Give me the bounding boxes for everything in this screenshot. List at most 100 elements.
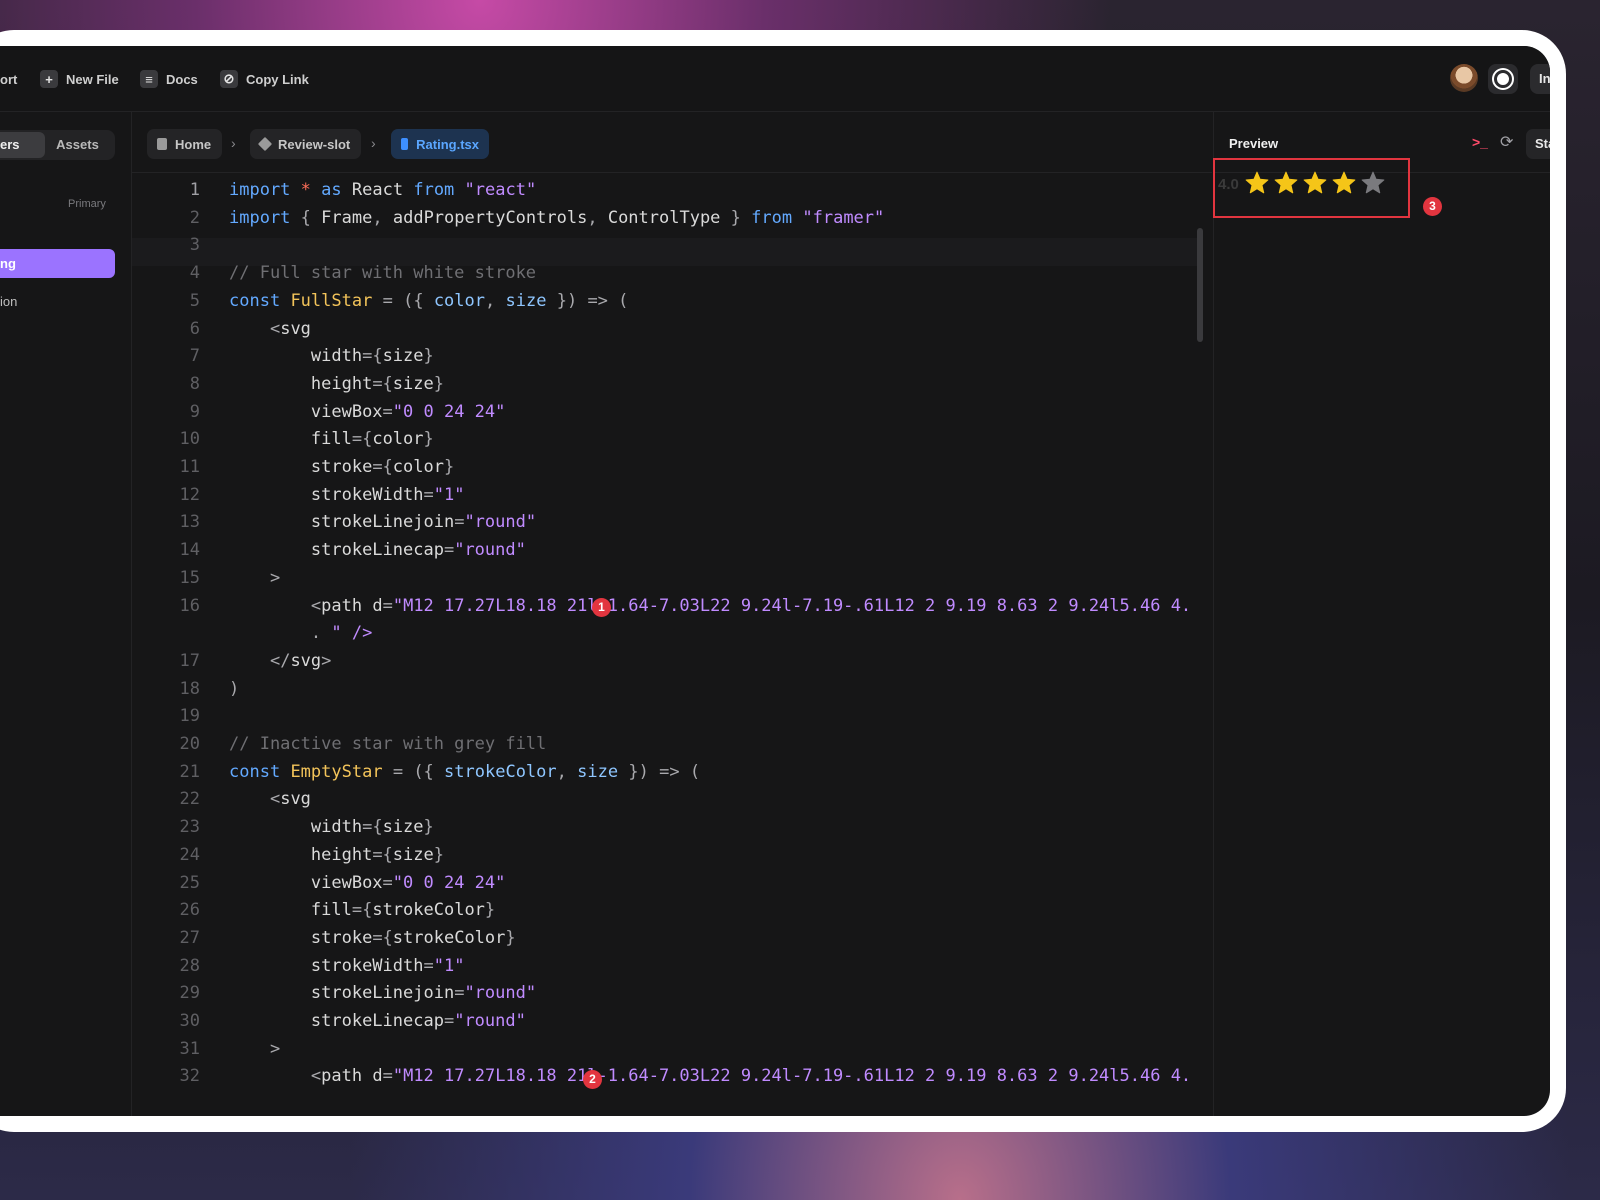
code-line: 28 strokeWidth="1" <box>132 953 1197 980</box>
code-text: . " /> <box>310 623 373 644</box>
star-empty-icon[interactable] <box>1360 170 1386 196</box>
preview-title: Preview <box>1229 136 1279 151</box>
breadcrumb-rating-file[interactable]: Rating.tsx <box>391 129 489 159</box>
code-text: ) <box>229 678 240 699</box>
docs-button[interactable]: ≡ Docs <box>140 68 198 90</box>
line-number: 4 <box>189 263 200 284</box>
code-line: 25 viewBox="0 0 24 24" <box>132 870 1197 897</box>
code-text: strokeWidth="1" <box>310 484 465 505</box>
line-number: 12 <box>179 484 200 505</box>
star-filled-icon[interactable] <box>1273 170 1299 196</box>
breadcrumb-home[interactable]: Home <box>147 129 222 159</box>
code-line: 22 <svg <box>132 786 1197 813</box>
code-line: 15 > <box>132 565 1197 592</box>
record-icon <box>1494 70 1512 88</box>
code-text: viewBox="0 0 24 24" <box>310 872 506 893</box>
code-line: 5 const FullStar = ({ color, size }) => ( <box>132 288 1197 315</box>
new-file-button[interactable]: + New File <box>40 68 119 90</box>
sidebar-item[interactable]: ion <box>0 294 17 309</box>
tab-assets[interactable]: Assets <box>45 132 110 158</box>
line-number: 13 <box>179 512 200 533</box>
terminal-icon[interactable]: >_ <box>1472 134 1488 150</box>
sidebar-item-active[interactable]: ng <box>0 249 115 278</box>
code-text: viewBox="0 0 24 24" <box>310 401 506 422</box>
code-line: 18) <box>132 676 1197 703</box>
code-line: 16 <path d="M12 17.27L18.18 21l-1.64-7.0… <box>132 593 1197 620</box>
docs-label: Docs <box>166 71 198 87</box>
code-line: 7 width={size} <box>132 343 1197 370</box>
annotation-badge-2: 2 <box>583 1070 602 1089</box>
line-number: 22 <box>179 789 200 810</box>
breadcrumb-home-label: Home <box>175 136 212 152</box>
line-number: 28 <box>179 955 200 976</box>
code-line: 20 // Inactive star with grey fill <box>132 731 1197 758</box>
breadcrumb-rating-file-label: Rating.tsx <box>416 136 479 152</box>
code-text: stroke={color} <box>310 457 455 477</box>
code-line: 8 height={size} <box>132 371 1197 398</box>
code-line: 13 strokeLinejoin="round" <box>132 509 1197 536</box>
line-number: 29 <box>179 983 200 1004</box>
code-text: stroke={strokeColor} <box>310 927 516 948</box>
line-number: 21 <box>179 761 200 782</box>
code-text: strokeWidth="1" <box>310 955 465 976</box>
editor-scrollbar[interactable] <box>1197 228 1203 342</box>
code-editor[interactable]: 1 import * as React from "react" 2 import {… <box>132 173 1212 1116</box>
code-line: 27 stroke={strokeColor} <box>132 925 1197 952</box>
start-button[interactable]: Sta <box>1526 129 1550 159</box>
line-number: 11 <box>179 457 200 477</box>
code-text: width={size} <box>310 817 434 838</box>
line-number: 8 <box>189 373 200 394</box>
code-text: > <box>269 567 281 588</box>
code-text: strokeLinejoin="round" <box>310 983 537 1004</box>
code-text: > <box>269 1038 281 1059</box>
rating-value: 4.0 <box>1218 176 1239 193</box>
plus-icon: + <box>40 70 58 88</box>
line-number: 16 <box>179 595 200 616</box>
line-number: 2 <box>189 207 200 228</box>
code-text: const EmptyStar = ({ strokeColor, size }… <box>229 761 701 782</box>
code-line: 4 // Full star with white stroke <box>132 260 1197 287</box>
code-line: . " /> <box>132 620 1197 647</box>
code-line: 23 width={size} <box>132 814 1197 841</box>
code-text: import { Frame, addPropertyControls, Con… <box>229 207 885 228</box>
user-avatar[interactable] <box>1450 64 1478 92</box>
code-text: import * as React from "react" <box>229 180 537 200</box>
code-text: fill={color} <box>310 429 434 450</box>
line-number: 18 <box>179 678 200 699</box>
top-toolbar: ort + New File ≡ Docs ⊘ Copy Link In <box>0 46 1550 112</box>
star-filled-icon[interactable] <box>1302 170 1328 196</box>
reload-icon[interactable]: ⟳ <box>1500 132 1513 152</box>
breadcrumb-review-slot-label: Review-slot <box>278 136 351 152</box>
import-button[interactable]: ort <box>0 68 17 90</box>
settings-button[interactable] <box>1488 64 1518 94</box>
code-line: 26 fill={strokeColor} <box>132 897 1197 924</box>
tab-layers[interactable]: ers <box>0 132 45 158</box>
code-line: 31 > <box>132 1036 1197 1063</box>
code-line: 1 import * as React from "react" <box>132 177 1197 204</box>
line-number: 14 <box>179 540 200 561</box>
star-filled-icon[interactable] <box>1331 170 1357 196</box>
code-line: 24 height={size} <box>132 842 1197 869</box>
line-number: 31 <box>179 1038 200 1059</box>
star-filled-icon[interactable] <box>1244 170 1270 196</box>
line-number: 7 <box>189 346 200 367</box>
line-number: 15 <box>179 567 200 588</box>
line-number: 6 <box>189 318 200 339</box>
invite-button[interactable]: In <box>1530 64 1550 94</box>
line-number: 24 <box>179 844 200 865</box>
line-number: 10 <box>179 429 200 450</box>
code-line: 2 import { Frame, addPropertyControls, Co… <box>132 205 1197 232</box>
line-number: 25 <box>179 872 200 893</box>
document-icon: ≡ <box>140 70 158 88</box>
breadcrumb-review-slot[interactable]: Review-slot <box>250 129 361 159</box>
code-text: strokeLinecap="round" <box>310 1011 526 1031</box>
new-file-label: New File <box>66 71 119 87</box>
copy-link-button[interactable]: ⊘ Copy Link <box>220 68 309 90</box>
file-icon <box>401 138 409 150</box>
code-text: <svg <box>269 789 311 810</box>
code-line: 11 stroke={color} <box>132 454 1197 481</box>
line-number: 19 <box>179 706 200 727</box>
code-text: strokeLinejoin="round" <box>310 512 537 533</box>
breadcrumb-separator: › <box>371 135 376 151</box>
code-text: width={size} <box>310 346 434 367</box>
